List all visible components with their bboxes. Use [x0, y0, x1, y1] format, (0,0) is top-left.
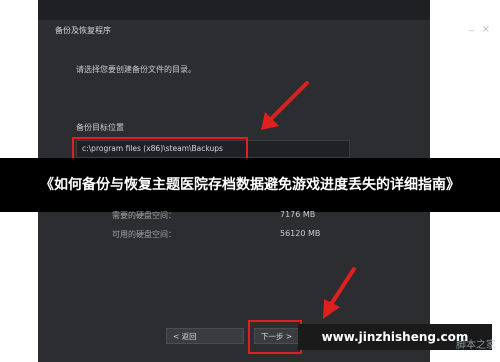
- arrow-to-next-icon: [323, 267, 356, 319]
- next-highlight-box: [248, 320, 302, 354]
- overlay-banner: 《如何备份与恢复主题医院存档数据避免游戏进度丢失的详细指南》: [0, 158, 500, 212]
- available-space-label: 可用的硬盘空间：: [112, 230, 176, 239]
- required-space-value: 7176 MB: [280, 210, 316, 219]
- close-icon[interactable]: ×: [482, 24, 490, 35]
- corner-watermark: 脚本之家: [456, 340, 496, 351]
- arrow-to-path-icon: [261, 81, 309, 130]
- backup-folder-label: 备份目标位置: [76, 123, 124, 132]
- required-space-label: 需要的硬盘空间：: [112, 211, 176, 220]
- instruction-text: 请选择您要创建备份文件的目录。: [76, 65, 196, 74]
- dialog-title: 备份及恢复程序: [55, 26, 111, 35]
- minimize-icon[interactable]: _: [469, 21, 474, 32]
- title-bar: [38, 0, 430, 20]
- back-button[interactable]: < 返回: [166, 328, 244, 344]
- available-space-value: 56120 MB: [280, 229, 321, 238]
- banner-title: 《如何备份与恢复主题医院存档数据避免游戏进度丢失的详细指南》: [40, 177, 460, 193]
